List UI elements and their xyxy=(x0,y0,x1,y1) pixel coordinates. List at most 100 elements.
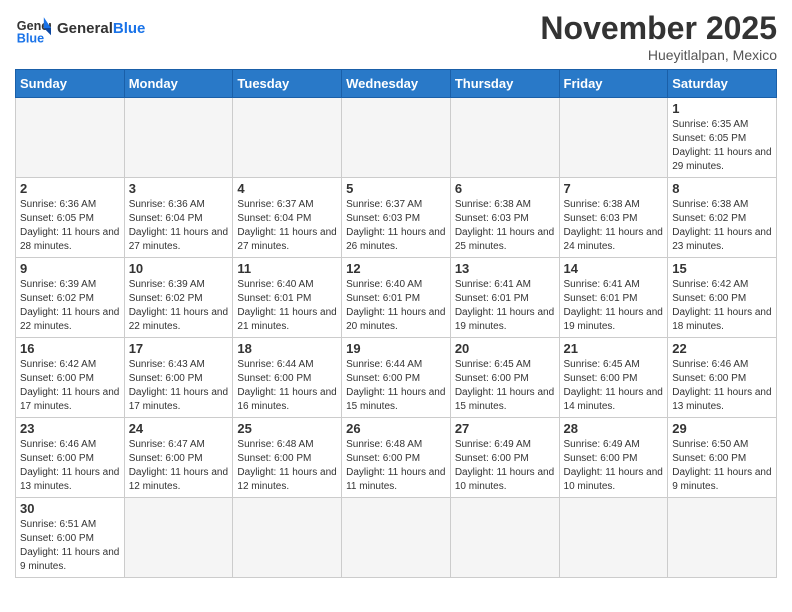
day-number: 18 xyxy=(237,341,337,356)
day-info: Sunrise: 6:35 AMSunset: 6:05 PMDaylight:… xyxy=(672,118,772,174)
svg-text:Blue: Blue xyxy=(17,31,44,45)
day-info: Sunrise: 6:42 AMSunset: 6:00 PMDaylight:… xyxy=(20,358,120,414)
day-info: Sunrise: 6:39 AMSunset: 6:02 PMDaylight:… xyxy=(20,278,120,334)
week-row-2: 2 Sunrise: 6:36 AMSunset: 6:05 PMDaylight… xyxy=(16,178,777,258)
calendar-cell: 4 Sunrise: 6:37 AMSunset: 6:04 PMDaylight… xyxy=(233,178,342,258)
calendar-cell: 24 Sunrise: 6:47 AMSunset: 6:00 PMDayligh… xyxy=(124,418,233,498)
calendar-cell: 11 Sunrise: 6:40 AMSunset: 6:01 PMDayligh… xyxy=(233,258,342,338)
calendar-cell: 22Sunrise: 6:46 AMSunset: 6:00 PMDayligh… xyxy=(668,338,777,418)
month-title: November 2025 xyxy=(540,10,777,47)
day-number: 28 xyxy=(564,421,664,436)
calendar-cell: 9 Sunrise: 6:39 AMSunset: 6:02 PMDaylight… xyxy=(16,258,125,338)
weekday-header-monday: Monday xyxy=(124,70,233,98)
calendar-cell: 28 Sunrise: 6:49 AMSunset: 6:00 PMDayligh… xyxy=(559,418,668,498)
calendar-cell: 15 Sunrise: 6:42 AMSunset: 6:00 PMDayligh… xyxy=(668,258,777,338)
day-info: Sunrise: 6:47 AMSunset: 6:00 PMDaylight:… xyxy=(129,438,229,494)
calendar-cell: 13Sunrise: 6:41 AMSunset: 6:01 PMDayligh… xyxy=(450,258,559,338)
day-info: Sunrise: 6:50 AMSunset: 6:00 PMDaylight:… xyxy=(672,438,772,494)
calendar-cell: 1 Sunrise: 6:35 AMSunset: 6:05 PMDaylight… xyxy=(668,98,777,178)
day-info: Sunrise: 6:41 AMSunset: 6:01 PMDaylight:… xyxy=(455,278,555,334)
day-number: 30 xyxy=(20,501,120,516)
day-number: 8 xyxy=(672,181,772,196)
calendar-cell xyxy=(16,98,125,178)
day-number: 6 xyxy=(455,181,555,196)
logo-general-text: GeneralBlue xyxy=(57,20,145,37)
day-info: Sunrise: 6:36 AMSunset: 6:05 PMDaylight:… xyxy=(20,198,120,254)
title-block: November 2025 Hueyitlalpan, Mexico xyxy=(540,10,777,63)
weekday-header-wednesday: Wednesday xyxy=(342,70,451,98)
day-number: 4 xyxy=(237,181,337,196)
day-number: 16 xyxy=(20,341,120,356)
calendar-cell: 7Sunrise: 6:38 AMSunset: 6:03 PMDaylight… xyxy=(559,178,668,258)
day-info: Sunrise: 6:37 AMSunset: 6:04 PMDaylight:… xyxy=(237,198,337,254)
calendar-cell: 30 Sunrise: 6:51 AMSunset: 6:00 PMDayligh… xyxy=(16,498,125,578)
calendar-table: SundayMondayTuesdayWednesdayThursdayFrid… xyxy=(15,69,777,578)
day-info: Sunrise: 6:46 AMSunset: 6:00 PMDaylight:… xyxy=(672,358,772,414)
week-row-5: 23 Sunrise: 6:46 AMSunset: 6:00 PMDayligh… xyxy=(16,418,777,498)
day-info: Sunrise: 6:40 AMSunset: 6:01 PMDaylight:… xyxy=(346,278,446,334)
calendar-cell: 8 Sunrise: 6:38 AMSunset: 6:02 PMDaylight… xyxy=(668,178,777,258)
day-number: 9 xyxy=(20,261,120,276)
calendar-cell: 27Sunrise: 6:49 AMSunset: 6:00 PMDayligh… xyxy=(450,418,559,498)
calendar-cell: 25 Sunrise: 6:48 AMSunset: 6:00 PMDayligh… xyxy=(233,418,342,498)
calendar-cell: 16 Sunrise: 6:42 AMSunset: 6:00 PMDayligh… xyxy=(16,338,125,418)
week-row-3: 9 Sunrise: 6:39 AMSunset: 6:02 PMDaylight… xyxy=(16,258,777,338)
day-info: Sunrise: 6:46 AMSunset: 6:00 PMDaylight:… xyxy=(20,438,120,494)
weekday-header-saturday: Saturday xyxy=(668,70,777,98)
calendar-cell: 10Sunrise: 6:39 AMSunset: 6:02 PMDayligh… xyxy=(124,258,233,338)
day-number: 23 xyxy=(20,421,120,436)
weekday-header-tuesday: Tuesday xyxy=(233,70,342,98)
calendar-cell: 23 Sunrise: 6:46 AMSunset: 6:00 PMDayligh… xyxy=(16,418,125,498)
day-number: 19 xyxy=(346,341,446,356)
day-number: 11 xyxy=(237,261,337,276)
day-info: Sunrise: 6:49 AMSunset: 6:00 PMDaylight:… xyxy=(564,438,664,494)
calendar-cell xyxy=(342,98,451,178)
day-info: Sunrise: 6:44 AMSunset: 6:00 PMDaylight:… xyxy=(237,358,337,414)
weekday-header-sunday: Sunday xyxy=(16,70,125,98)
calendar-cell: 5 Sunrise: 6:37 AMSunset: 6:03 PMDaylight… xyxy=(342,178,451,258)
day-info: Sunrise: 6:38 AMSunset: 6:02 PMDaylight:… xyxy=(672,198,772,254)
day-info: Sunrise: 6:45 AMSunset: 6:00 PMDaylight:… xyxy=(564,358,664,414)
day-number: 3 xyxy=(129,181,229,196)
day-info: Sunrise: 6:48 AMSunset: 6:00 PMDaylight:… xyxy=(237,438,337,494)
day-info: Sunrise: 6:36 AMSunset: 6:04 PMDaylight:… xyxy=(129,198,229,254)
calendar-cell xyxy=(124,498,233,578)
calendar-cell: 26 Sunrise: 6:48 AMSunset: 6:00 PMDayligh… xyxy=(342,418,451,498)
page-header: General Blue GeneralBlue November 2025 H… xyxy=(15,10,777,63)
calendar-cell xyxy=(559,98,668,178)
calendar-cell xyxy=(668,498,777,578)
day-number: 2 xyxy=(20,181,120,196)
calendar-cell: 18 Sunrise: 6:44 AMSunset: 6:00 PMDayligh… xyxy=(233,338,342,418)
day-number: 17 xyxy=(129,341,229,356)
calendar-cell xyxy=(124,98,233,178)
day-info: Sunrise: 6:49 AMSunset: 6:00 PMDaylight:… xyxy=(455,438,555,494)
day-info: Sunrise: 6:51 AMSunset: 6:00 PMDaylight:… xyxy=(20,518,120,574)
calendar-cell xyxy=(559,498,668,578)
week-row-1: 1 Sunrise: 6:35 AMSunset: 6:05 PMDaylight… xyxy=(16,98,777,178)
calendar-cell: 12Sunrise: 6:40 AMSunset: 6:01 PMDayligh… xyxy=(342,258,451,338)
day-number: 25 xyxy=(237,421,337,436)
day-number: 26 xyxy=(346,421,446,436)
calendar-cell: 17 Sunrise: 6:43 AMSunset: 6:00 PMDayligh… xyxy=(124,338,233,418)
day-number: 1 xyxy=(672,101,772,116)
logo-icon: General Blue xyxy=(15,10,51,46)
week-row-4: 16 Sunrise: 6:42 AMSunset: 6:00 PMDayligh… xyxy=(16,338,777,418)
weekday-header-friday: Friday xyxy=(559,70,668,98)
day-info: Sunrise: 6:43 AMSunset: 6:00 PMDaylight:… xyxy=(129,358,229,414)
day-number: 21 xyxy=(564,341,664,356)
day-number: 24 xyxy=(129,421,229,436)
day-number: 14 xyxy=(564,261,664,276)
day-info: Sunrise: 6:38 AMSunset: 6:03 PMDaylight:… xyxy=(564,198,664,254)
weekday-header-thursday: Thursday xyxy=(450,70,559,98)
day-number: 15 xyxy=(672,261,772,276)
day-info: Sunrise: 6:48 AMSunset: 6:00 PMDaylight:… xyxy=(346,438,446,494)
day-number: 5 xyxy=(346,181,446,196)
day-number: 10 xyxy=(129,261,229,276)
day-number: 20 xyxy=(455,341,555,356)
day-info: Sunrise: 6:42 AMSunset: 6:00 PMDaylight:… xyxy=(672,278,772,334)
day-info: Sunrise: 6:40 AMSunset: 6:01 PMDaylight:… xyxy=(237,278,337,334)
calendar-cell: 14Sunrise: 6:41 AMSunset: 6:01 PMDayligh… xyxy=(559,258,668,338)
calendar-cell: 29Sunrise: 6:50 AMSunset: 6:00 PMDayligh… xyxy=(668,418,777,498)
calendar-cell xyxy=(233,98,342,178)
day-info: Sunrise: 6:37 AMSunset: 6:03 PMDaylight:… xyxy=(346,198,446,254)
